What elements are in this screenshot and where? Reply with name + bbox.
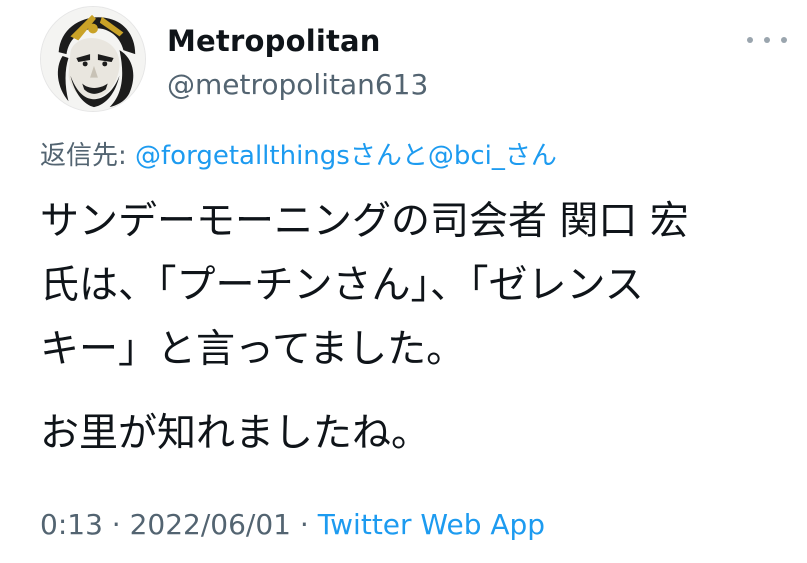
user-handle[interactable]: @metropolitan613 xyxy=(167,68,428,101)
tweet-text: サンデーモーニングの司会者 関口 宏 氏は、「プーチンさん」、「ゼレンス キー」… xyxy=(40,190,790,466)
reply-mentions[interactable]: @forgetallthingsさんと@bci_さん xyxy=(135,141,557,171)
tweet-paragraph-2: お里が知れましたね。 xyxy=(40,411,431,456)
avatar[interactable] xyxy=(40,6,146,112)
tweet-date[interactable]: 2022/06/01 xyxy=(130,508,291,541)
meta-separator: · xyxy=(102,508,130,541)
tweet-header: Metropolitan @metropolitan613 xyxy=(40,6,807,116)
tweet-paragraph-1: サンデーモーニングの司会者 関口 宏 氏は、「プーチンさん」、「ゼレンス キー」… xyxy=(40,190,790,382)
more-horizontal-icon xyxy=(747,37,753,43)
tweet-meta: 0:13 · 2022/06/01 · Twitter Web App xyxy=(40,508,545,541)
more-options-button[interactable] xyxy=(747,28,787,52)
tweet-source-link[interactable]: Twitter Web App xyxy=(318,508,545,541)
more-horizontal-icon-dot xyxy=(781,37,787,43)
tweet-line-1: サンデーモーニングの司会者 関口 宏 xyxy=(40,199,689,244)
reply-prefix: 返信先: xyxy=(40,141,136,171)
tweet-line-3: キー」と言ってました。 xyxy=(40,327,466,372)
display-name[interactable]: Metropolitan xyxy=(167,24,381,58)
more-horizontal-icon-dot xyxy=(764,37,770,43)
samurai-face-icon xyxy=(41,7,145,111)
tweet-time[interactable]: 0:13 xyxy=(40,508,103,541)
reply-to-line: 返信先: @forgetallthingsさんと@bci_さん xyxy=(40,135,557,172)
tweet-line-2: 氏は、「プーチンさん」、「ゼレンス xyxy=(40,263,644,308)
meta-separator: · xyxy=(290,508,318,541)
